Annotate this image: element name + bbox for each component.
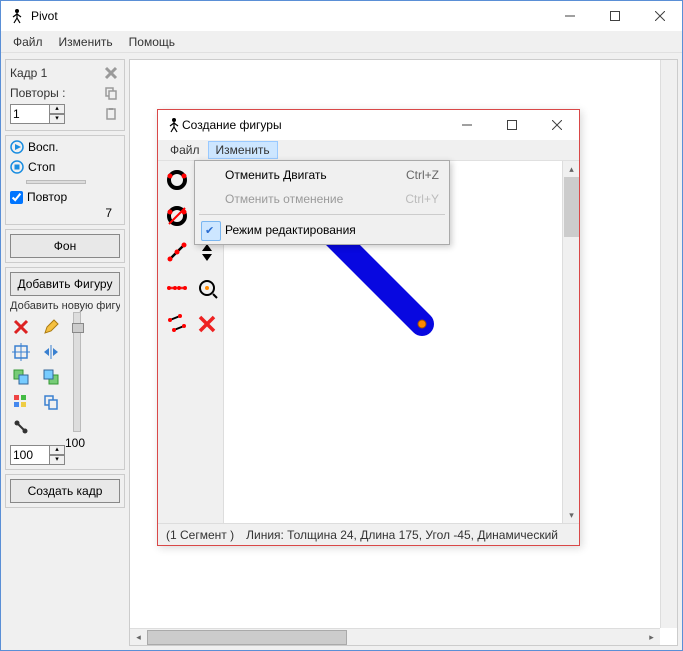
tool-origin-icon[interactable] — [196, 277, 218, 299]
opacity-slider[interactable] — [73, 312, 81, 432]
undo-label: Отменить Двигать — [225, 168, 327, 182]
left-panel: Кадр 1 Повторы : ▴▾ — [1, 53, 129, 650]
redo-item: Отменить отменение Ctrl+Y — [197, 187, 447, 211]
play-label: Восп. — [28, 140, 59, 154]
frame-label: Кадр 1 — [10, 66, 47, 80]
repeat-checkbox[interactable] — [10, 191, 23, 204]
minimize-button[interactable] — [547, 2, 592, 31]
canvas-hscroll[interactable]: ◂ ▸ — [130, 628, 660, 645]
tool-center-icon[interactable] — [10, 341, 32, 363]
tool-front-icon[interactable] — [10, 366, 32, 388]
tool-delete-icon[interactable] — [10, 316, 32, 338]
main-title: Pivot — [31, 9, 547, 23]
stop-label: Стоп — [28, 160, 55, 174]
tool-edit-icon[interactable] — [40, 316, 62, 338]
child-minimize-button[interactable] — [444, 111, 489, 140]
add-new-label: Добавить новую фигуру — [10, 300, 120, 312]
undo-shortcut: Ctrl+Z — [406, 168, 439, 182]
bg-panel: Фон — [5, 229, 125, 263]
tool-flip-icon[interactable] — [40, 341, 62, 363]
menu-file[interactable]: Файл — [5, 33, 51, 51]
edit-mode-label: Режим редактирования — [225, 223, 356, 237]
check-icon: ✔ — [205, 224, 214, 237]
tool-empty — [40, 416, 62, 438]
tool-toggle-icon[interactable] — [166, 205, 188, 227]
edit-mode-item[interactable]: ✔ Режим редактирования — [197, 218, 447, 242]
child-app-icon — [166, 117, 182, 133]
tool-grid: ▴▾ — [10, 316, 65, 465]
play-icon — [10, 140, 24, 154]
edit-dropdown: Отменить Двигать Ctrl+Z Отменить отменен… — [194, 160, 450, 245]
repeats-input[interactable] — [10, 104, 50, 124]
repeat-label: Повтор — [27, 190, 67, 204]
canvas-vscroll[interactable] — [660, 60, 677, 628]
copy-frame-icon[interactable] — [102, 84, 120, 102]
paste-frame-icon[interactable] — [102, 105, 120, 123]
child-titlebar[interactable]: Создание фигуры — [158, 110, 579, 140]
tool-color-icon[interactable] — [10, 391, 32, 413]
tool-circle-icon[interactable] — [166, 169, 188, 191]
tool-duplicate-icon[interactable] — [166, 313, 188, 335]
scroll-down-icon[interactable]: ▾ — [563, 507, 580, 523]
child-menubar: Файл Изменить — [158, 140, 579, 161]
maximize-button[interactable] — [592, 2, 637, 31]
child-menu-file[interactable]: Файл — [162, 141, 208, 159]
child-menu-edit[interactable]: Изменить — [208, 141, 278, 159]
window-buttons — [547, 2, 682, 31]
scale-readout: 100 — [65, 436, 85, 450]
menu-help[interactable]: Помощь — [121, 33, 183, 51]
scroll-up-icon[interactable]: ▴ — [563, 161, 580, 177]
close-button[interactable] — [637, 2, 682, 31]
stop-icon — [10, 160, 24, 174]
tool-back-icon[interactable] — [40, 366, 62, 388]
figure-panel: Добавить Фигуру Добавить новую фигуру — [5, 267, 125, 470]
play-button[interactable]: Восп. — [10, 140, 120, 154]
tool-copy-icon[interactable] — [40, 391, 62, 413]
status-segments: (1 Сегмент ) — [166, 528, 234, 542]
undo-item[interactable]: Отменить Двигать Ctrl+Z — [197, 163, 447, 187]
child-close-button[interactable] — [534, 111, 579, 140]
redo-shortcut: Ctrl+Y — [405, 192, 439, 206]
repeats-label: Повторы : — [10, 86, 65, 100]
tool-split-icon[interactable] — [166, 277, 188, 299]
scale-input[interactable] — [10, 445, 50, 465]
scale-spinner[interactable]: ▴▾ — [49, 445, 65, 465]
main-titlebar[interactable]: Pivot — [1, 1, 682, 31]
tool-static-icon[interactable] — [166, 241, 188, 263]
frame-count: 7 — [10, 206, 120, 220]
background-button[interactable]: Фон — [10, 234, 120, 258]
app-icon — [9, 8, 25, 24]
add-figure-button[interactable]: Добавить Фигуру — [10, 272, 120, 296]
repeats-spinner[interactable]: ▴▾ — [49, 104, 65, 124]
dropdown-separator — [199, 214, 445, 215]
speed-slider[interactable] — [26, 180, 86, 184]
create-frame-button[interactable]: Создать кадр — [10, 479, 120, 503]
create-frame-panel: Создать кадр — [5, 474, 125, 508]
frame-panel: Кадр 1 Повторы : ▴▾ — [5, 59, 125, 131]
redo-label: Отменить отменение — [225, 192, 343, 206]
child-maximize-button[interactable] — [489, 111, 534, 140]
tool-join-icon[interactable] — [10, 416, 32, 438]
child-statusbar: (1 Сегмент ) Линия: Толщина 24, Длина 17… — [158, 523, 579, 545]
delete-frame-icon[interactable] — [102, 64, 120, 82]
child-vscroll[interactable]: ▴ ▾ — [562, 161, 579, 523]
menu-edit[interactable]: Изменить — [51, 33, 121, 51]
status-line: Линия: Толщина 24, Длина 175, Угол -45, … — [246, 528, 558, 542]
playback-panel: Восп. Стоп Повтор 7 — [5, 135, 125, 225]
tool-delete-seg-icon[interactable] — [196, 313, 218, 335]
child-title: Создание фигуры — [182, 118, 444, 132]
main-menubar: Файл Изменить Помощь — [1, 31, 682, 53]
stop-button[interactable]: Стоп — [10, 160, 120, 174]
